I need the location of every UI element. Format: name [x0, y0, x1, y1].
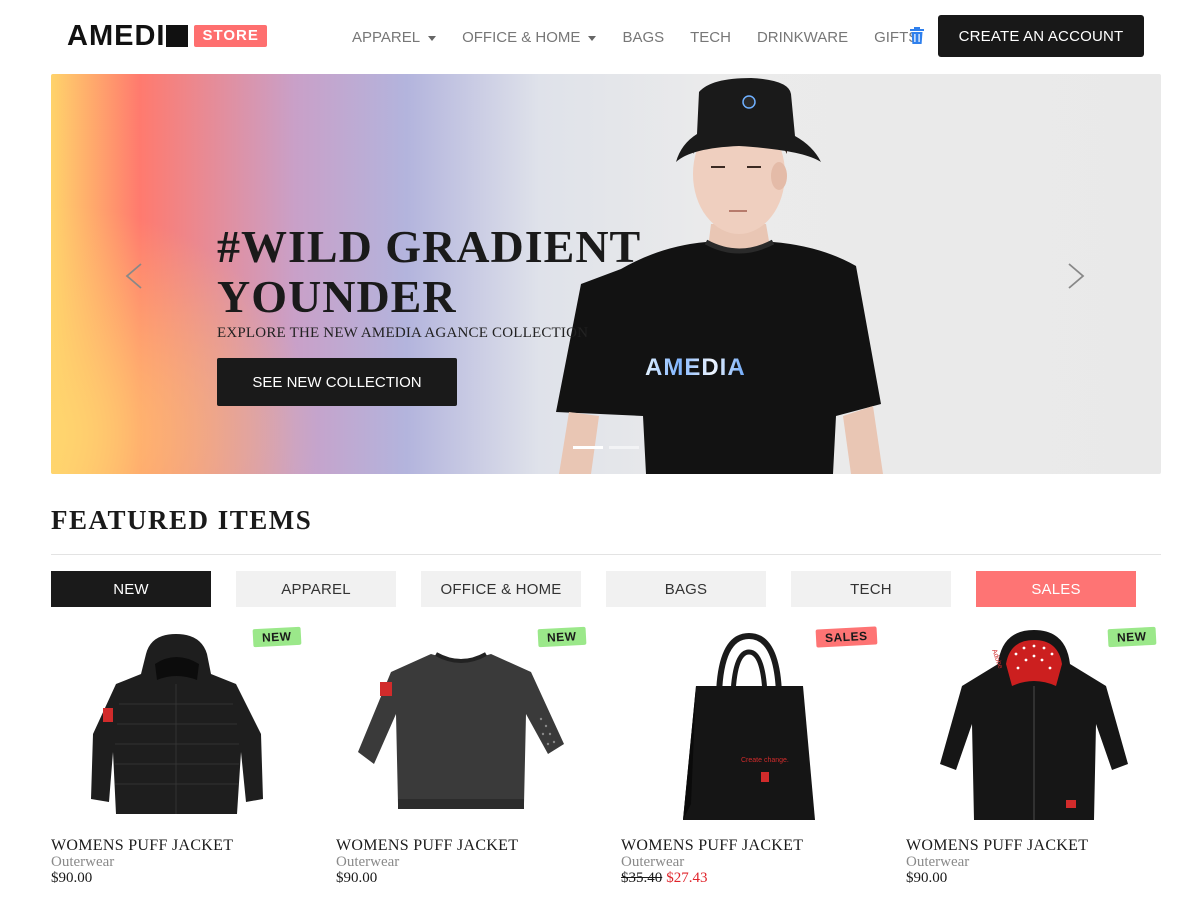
hero-shirt-print: AMEDIA — [645, 354, 746, 381]
product-name[interactable]: WOMENS PUFF JACKET — [336, 837, 518, 855]
sale-price: $27.43 — [666, 870, 708, 886]
new-badge: NEW — [1107, 626, 1156, 648]
product-card[interactable]: NEW WOMENS PUFF JACKET Outerwear $90.00 — [336, 624, 591, 894]
nav-item-apparel[interactable]: APPAREL — [352, 28, 437, 46]
featured-tabs: NEW APPAREL OFFICE & HOME BAGS TECH SALE… — [51, 571, 1136, 607]
hero-carousel: AMEDIA #WILD GRADIENT YOUNDER EXPLORE TH… — [51, 74, 1161, 474]
tab-sales[interactable]: SALES — [976, 571, 1136, 607]
tab-bags[interactable]: BAGS — [606, 571, 766, 607]
hero-title-line: #WILD GRADIENT — [217, 221, 642, 272]
hero-title-line: YOUNDER — [217, 271, 457, 322]
product-card[interactable]: Create change. SALES WOMENS PUFF JACKET … — [621, 624, 877, 894]
product-price: $35.40 $27.43 — [621, 870, 708, 887]
product-card[interactable]: NEW WOMENS PUFF JACKET Outerwear $90.00 — [51, 624, 306, 894]
tab-tech[interactable]: TECH — [791, 571, 951, 607]
nav-item-label: OFFICE & HOME — [462, 28, 581, 46]
trash-cart-icon[interactable] — [909, 27, 925, 45]
nav-item-label: APPAREL — [352, 28, 421, 46]
featured-items-heading: FEATURED ITEMS — [51, 505, 313, 535]
carousel-dot-2[interactable] — [609, 446, 639, 449]
hoodie-image[interactable]: Adobe — [906, 624, 1161, 834]
nav-item-bags[interactable]: BAGS — [622, 29, 664, 46]
logo-wordmark: AMEDI — [67, 20, 166, 52]
see-new-collection-button[interactable]: SEE NEW COLLECTION — [217, 358, 457, 406]
product-price: $90.00 — [51, 870, 92, 887]
carousel-indicators — [573, 446, 645, 449]
product-category: Outerwear — [336, 854, 400, 870]
caret-down-icon — [428, 35, 437, 41]
sales-badge: SALES — [815, 626, 877, 648]
site-header: AMEDI STORE APPAREL OFFICE & HOME BAGS T… — [0, 0, 1200, 74]
tab-office-home[interactable]: OFFICE & HOME — [421, 571, 581, 607]
store-logo[interactable]: AMEDI STORE — [67, 20, 267, 52]
product-price: $90.00 — [336, 870, 377, 887]
logo-store-tag: STORE — [194, 25, 267, 47]
price-value: $90.00 — [906, 870, 948, 886]
carousel-dot-1[interactable] — [573, 446, 603, 449]
product-category: Outerwear — [906, 854, 970, 870]
product-card[interactable]: Adobe NEW WOMENS PUFF JACKET Outerwear $… — [906, 624, 1161, 894]
main-nav: APPAREL OFFICE & HOME BAGS TECH DRINKWAR… — [352, 26, 944, 48]
price-value: $90.00 — [336, 870, 378, 886]
product-name[interactable]: WOMENS PUFF JACKET — [621, 837, 803, 855]
caret-down-icon — [588, 35, 597, 41]
nav-item-label: BAGS — [622, 28, 665, 46]
product-name[interactable]: WOMENS PUFF JACKET — [51, 837, 233, 855]
original-price: $35.40 — [621, 870, 663, 886]
price-value: $90.00 — [51, 870, 93, 886]
puffer-jacket-image[interactable] — [51, 624, 306, 834]
hero-title: #WILD GRADIENT YOUNDER — [217, 222, 677, 322]
nav-item-drinkware[interactable]: DRINKWARE — [757, 29, 848, 46]
nav-item-label: DRINKWARE — [756, 28, 849, 46]
product-category: Outerwear — [51, 854, 115, 870]
product-price: $90.00 — [906, 870, 947, 887]
chevron-left-icon[interactable] — [119, 258, 149, 294]
new-badge: NEW — [537, 626, 586, 648]
hero-subtitle: EXPLORE THE NEW AMEDIA AGANCE COLLECTION — [217, 325, 589, 341]
section-divider — [51, 554, 1161, 555]
tote-bag-image[interactable]: Create change. — [621, 624, 876, 834]
new-badge: NEW — [252, 626, 301, 648]
product-category: Outerwear — [621, 854, 685, 870]
tab-apparel[interactable]: APPAREL — [236, 571, 396, 607]
chevron-right-icon[interactable] — [1061, 258, 1091, 294]
create-account-button[interactable]: CREATE AN ACCOUNT — [938, 15, 1144, 57]
logo-bar-mark — [166, 25, 189, 47]
nav-item-tech[interactable]: TECH — [690, 29, 731, 46]
svg-text:Create change.: Create change. — [741, 757, 789, 764]
sweatshirt-image[interactable] — [336, 624, 591, 834]
nav-item-office-home[interactable]: OFFICE & HOME — [462, 28, 597, 46]
product-name[interactable]: WOMENS PUFF JACKET — [906, 837, 1088, 855]
tab-new[interactable]: NEW — [51, 571, 211, 607]
nav-item-label: TECH — [690, 28, 731, 46]
product-grid: NEW WOMENS PUFF JACKET Outerwear $90.00 … — [51, 624, 1161, 894]
